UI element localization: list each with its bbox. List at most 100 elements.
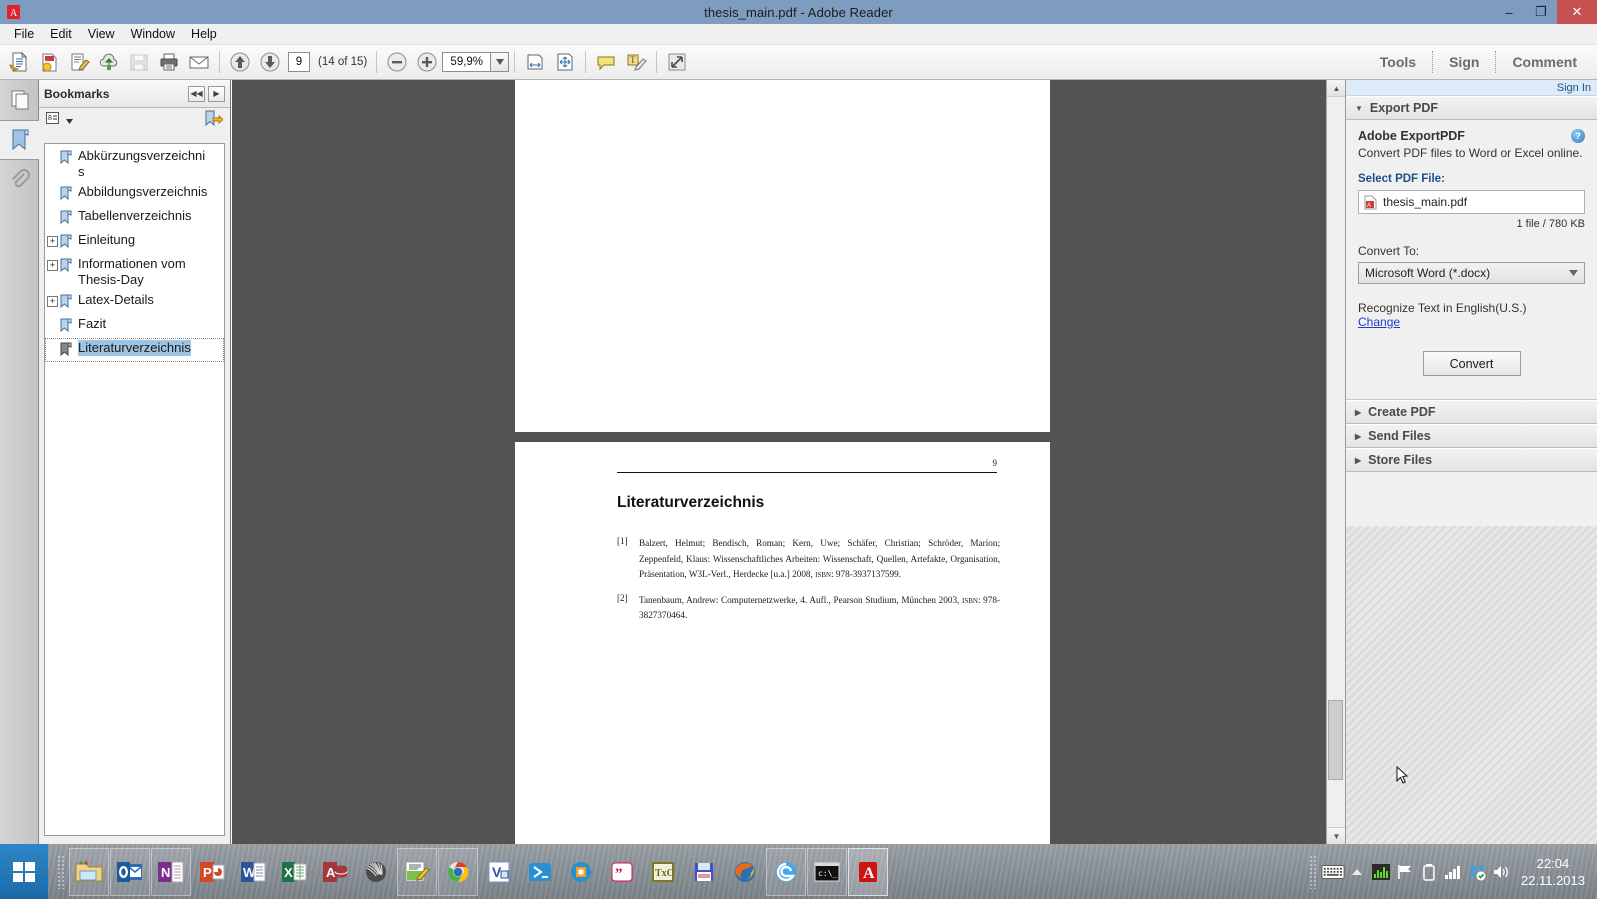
taskbar-notepadpp[interactable] xyxy=(397,847,437,896)
next-page-icon[interactable] xyxy=(255,48,285,77)
tools-button[interactable]: Tools xyxy=(1364,45,1432,80)
menu-file[interactable]: File xyxy=(6,26,42,42)
change-language-link[interactable]: Change xyxy=(1358,315,1585,329)
bookmark-item-selected[interactable]: Literaturverzeichnis xyxy=(45,338,224,362)
section-header-create-pdf[interactable]: ▶ Create PDF xyxy=(1346,400,1597,424)
collapse-panel-button[interactable]: ◀◀ xyxy=(188,85,205,102)
signal-bars-icon[interactable] xyxy=(1441,857,1465,887)
convert-button[interactable]: Convert xyxy=(1422,351,1521,376)
options-menu-icon[interactable]: 8 xyxy=(46,111,63,129)
bookmark-item[interactable]: + Einleitung xyxy=(45,230,224,254)
taskbar-citavi[interactable]: ” xyxy=(602,848,642,896)
expand-toggle-icon[interactable]: + xyxy=(47,236,58,247)
upload-cloud-icon[interactable] xyxy=(94,48,124,77)
page-thumbnails-icon[interactable] xyxy=(0,80,39,120)
bookmark-item[interactable]: Abkürzungsverzeichnis xyxy=(45,146,224,182)
fullscreen-icon[interactable] xyxy=(662,48,692,77)
menu-view[interactable]: View xyxy=(80,26,123,42)
document-scrollbar[interactable]: ▲ ▼ xyxy=(1326,80,1346,844)
page-number-input[interactable]: 9 xyxy=(288,52,310,72)
convert-to-label: Convert To: xyxy=(1358,244,1420,258)
bookmarks-panel: Bookmarks ◀◀ ▶ 8 Abkürzungsverzeichnis A… xyxy=(39,80,231,844)
scrollbar-thumb[interactable] xyxy=(1328,700,1343,780)
taskbar-outlook[interactable] xyxy=(110,847,150,896)
section-header-send-files[interactable]: ▶ Send Files xyxy=(1346,424,1597,448)
expand-panel-button[interactable]: ▶ xyxy=(208,85,225,102)
taskbar-access[interactable]: A xyxy=(315,848,355,896)
taskbar-grip[interactable] xyxy=(57,854,66,889)
fit-width-icon[interactable] xyxy=(520,48,550,77)
bookmarks-tree[interactable]: Abkürzungsverzeichnis Abbildungsverzeich… xyxy=(44,143,225,836)
taskbar-floppy[interactable] xyxy=(684,848,724,896)
bookmark-icon xyxy=(60,342,73,360)
taskbar-onenote[interactable]: N xyxy=(151,847,191,896)
taskbar-texstudio[interactable]: TxC xyxy=(643,848,683,896)
menu-edit[interactable]: Edit xyxy=(42,26,80,42)
create-pdf-icon[interactable] xyxy=(34,48,64,77)
dropbox-icon[interactable] xyxy=(1465,857,1489,887)
highlight-text-icon[interactable]: T xyxy=(621,48,651,77)
taskbar-adobe-reader[interactable]: A xyxy=(848,847,888,896)
bookmark-item[interactable]: + Informationen vom Thesis-Day xyxy=(45,254,224,290)
edit-pdf-icon[interactable] xyxy=(64,48,94,77)
sign-button[interactable]: Sign xyxy=(1433,45,1495,80)
zoom-in-button[interactable] xyxy=(412,48,442,77)
zoom-level-input[interactable]: 59,9% xyxy=(442,52,491,72)
minimize-button[interactable]: – xyxy=(1493,0,1525,24)
taskbar-powershell[interactable] xyxy=(520,848,560,896)
print-icon[interactable] xyxy=(154,48,184,77)
close-button[interactable]: ✕ xyxy=(1557,0,1597,24)
open-file-icon[interactable] xyxy=(4,48,34,77)
taskbar-chrome[interactable] xyxy=(438,847,478,896)
flag-action-center-icon[interactable] xyxy=(1393,857,1417,887)
taskbar-ie[interactable] xyxy=(766,847,806,896)
expand-toggle-icon[interactable]: + xyxy=(47,260,58,271)
tray-grip[interactable] xyxy=(1308,854,1318,889)
volume-icon[interactable] xyxy=(1489,857,1513,887)
bookmark-icon xyxy=(60,234,73,252)
scroll-up-button[interactable]: ▲ xyxy=(1327,80,1346,97)
attachments-icon[interactable] xyxy=(0,160,39,200)
previous-page-icon[interactable] xyxy=(225,48,255,77)
bookmarks-icon[interactable] xyxy=(0,120,39,160)
expand-toggle-icon[interactable]: + xyxy=(47,296,58,307)
taskbar-clock[interactable]: 22:04 22.11.2013 xyxy=(1521,855,1585,889)
taskbar-visio[interactable]: V xyxy=(479,848,519,896)
email-icon[interactable] xyxy=(184,48,214,77)
taskbar-file-explorer[interactable] xyxy=(69,847,109,896)
taskbar-powerpoint[interactable]: P xyxy=(192,848,232,896)
selected-file-field[interactable]: A thesis_main.pdf xyxy=(1358,190,1585,214)
keyboard-icon[interactable] xyxy=(1321,857,1345,887)
chevron-down-icon[interactable] xyxy=(490,52,510,72)
section-header-export-pdf[interactable]: ▼ Export PDF xyxy=(1346,96,1597,120)
menu-help[interactable]: Help xyxy=(183,26,225,42)
bookmark-item[interactable]: Abbildungsverzeichnis xyxy=(45,182,224,206)
document-viewer[interactable]: 9 Literaturverzeichnis [1] Balzert, Helm… xyxy=(232,80,1345,844)
section-header-store-files[interactable]: ▶ Store Files xyxy=(1346,448,1597,472)
menu-window[interactable]: Window xyxy=(123,26,183,42)
battery-icon[interactable] xyxy=(1417,857,1441,887)
show-hidden-icons-icon[interactable] xyxy=(1345,857,1369,887)
chevron-down-icon[interactable] xyxy=(66,113,73,127)
convert-to-select[interactable]: Microsoft Word (*.docx) xyxy=(1358,262,1585,284)
taskbar-excel[interactable]: X xyxy=(274,848,314,896)
help-icon[interactable]: ? xyxy=(1571,129,1585,143)
taskbar-groove[interactable] xyxy=(561,848,601,896)
fit-page-icon[interactable] xyxy=(550,48,580,77)
network-monitor-icon[interactable] xyxy=(1369,857,1393,887)
taskbar-cmd[interactable]: c:\_ xyxy=(807,847,847,896)
bookmark-item[interactable]: + Latex-Details xyxy=(45,290,224,314)
comment-button[interactable]: Comment xyxy=(1496,45,1593,80)
taskbar-firefox[interactable] xyxy=(725,848,765,896)
restore-button[interactable]: ❐ xyxy=(1525,0,1557,24)
windows-start-icon[interactable] xyxy=(0,844,48,899)
taskbar-word[interactable]: W xyxy=(233,848,273,896)
bookmark-item[interactable]: Tabellenverzeichnis xyxy=(45,206,224,230)
sticky-note-icon[interactable] xyxy=(591,48,621,77)
new-bookmark-icon[interactable] xyxy=(204,110,224,131)
taskbar-matlab[interactable] xyxy=(356,848,396,896)
bookmark-item[interactable]: Fazit xyxy=(45,314,224,338)
zoom-out-button[interactable] xyxy=(382,48,412,77)
sign-in-link[interactable]: Sign In xyxy=(1557,82,1591,94)
scroll-down-button[interactable]: ▼ xyxy=(1327,827,1346,844)
